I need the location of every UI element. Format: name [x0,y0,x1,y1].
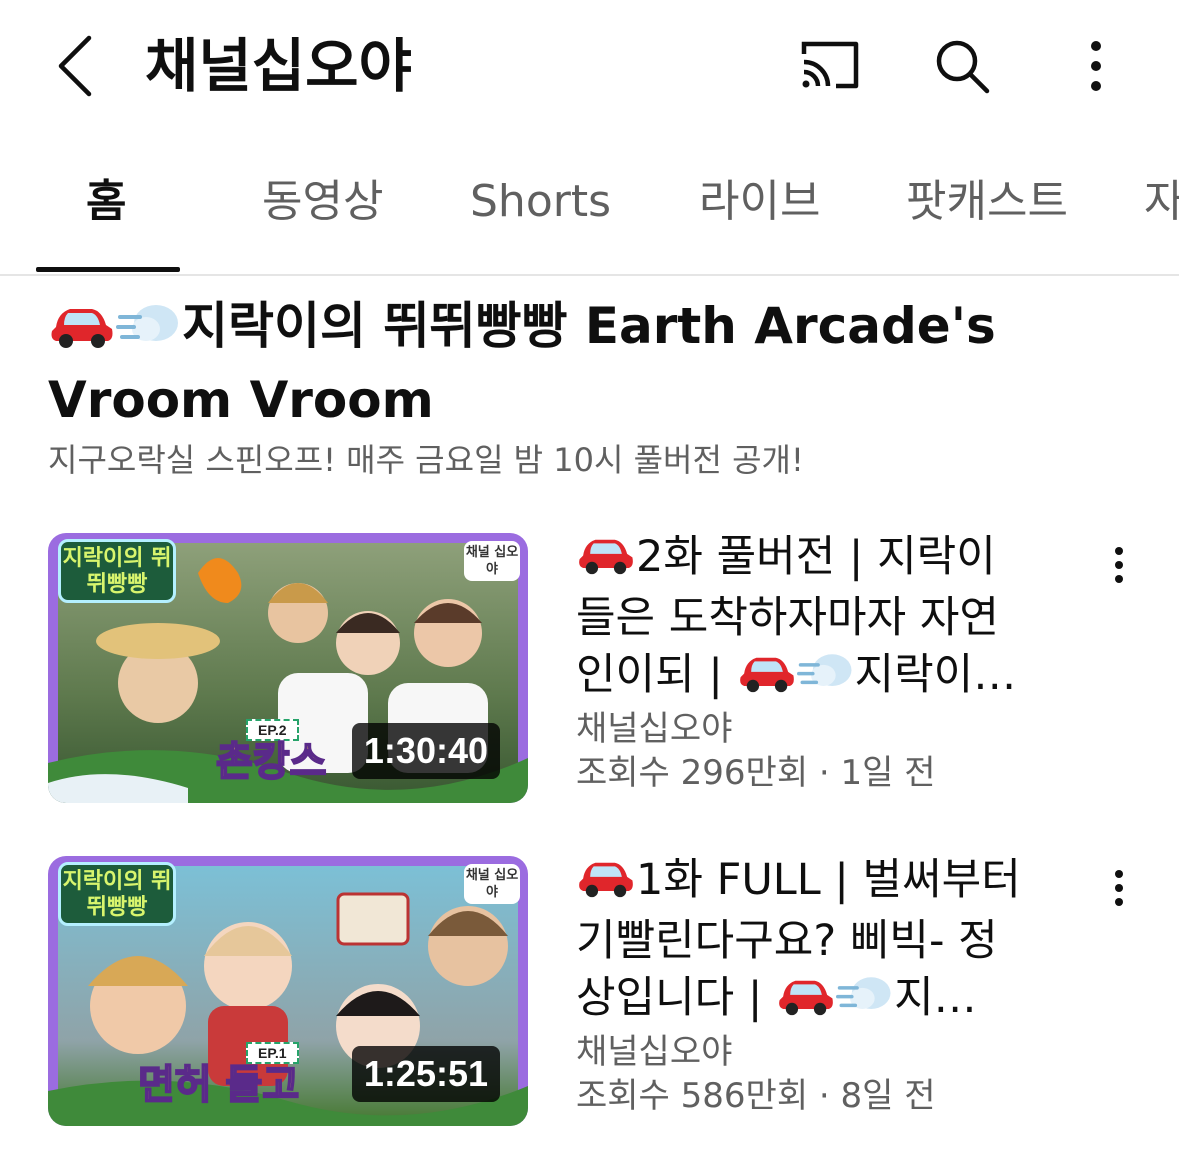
video-channel-name[interactable]: 채널십오야 [576,707,732,751]
tab-videos[interactable]: 동영상 [262,172,383,232]
video-title[interactable]: 2화 풀버전 | 지락이 들은 도착하자마자 자연 인이되 | 지락이… [576,529,1056,708]
car-icon [576,531,636,590]
dash-icon [116,298,182,366]
video-thumbnail[interactable]: 지락이의 뛰뛰빵빵 채널 십오야 EP.2 촌캉스 1:30:40 [48,533,528,803]
cast-button[interactable] [790,30,870,102]
video-thumbnail[interactable]: 지락이의 뛰뛰빵빵 채널 십오야 EP.1 면허 들고 1:25:51 [48,856,528,1126]
dash-icon [796,649,855,708]
video-item[interactable]: 지락이의 뛰뛰빵빵 채널 십오야 EP.2 촌캉스 1:30:40 2화 풀버전… [48,532,1158,803]
more-vert-icon [1091,41,1101,91]
shelf-subtitle: 지구오락실 스핀오프! 매주 금요일 밤 10시 풀버전 공개! [48,441,804,479]
car-icon [576,854,636,913]
video-channel-name[interactable]: 채널십오야 [576,1030,732,1074]
channel-tabs: 홈 동영상 Shorts 라이브 팟캐스트 자 [0,150,1179,276]
shelf-title[interactable]: 지락이의 뛰뛰빵빵 Earth Arcade's Vroom Vroom [48,292,1048,434]
search-button[interactable] [922,30,1002,102]
duration-badge: 1:25:51 [351,1046,500,1102]
channel-title: 채널십오야 [145,32,412,100]
tab-live[interactable]: 라이브 [699,172,820,232]
tab-podcasts[interactable]: 팟캐스트 [906,172,1068,232]
video-title-line: 2화 풀버전 | 지락이 [636,532,996,582]
more-options-button[interactable] [1056,30,1136,102]
video-title-line: 들은 도착하자마자 자연 [576,593,999,643]
video-title-line: 기빨린다구요? 삐빅- 정 [576,916,998,966]
video-title-line: 1화 FULL | 벌써부터 [636,855,1021,905]
thumbnail-caption: 촌캉스 [215,738,327,786]
thumbnail-caption: 면허 들고 [137,1061,300,1109]
thumbnail-logo: 지락이의 뛰뛰빵빵 [58,539,176,603]
dash-icon [836,972,894,1031]
shelf-title-text: 지락이의 뛰뛰빵빵 Earth Arcade's Vroom Vroom [48,297,996,429]
video-title[interactable]: 1화 FULL | 벌써부터 기빨린다구요? 삐빅- 정 상입니다 | 지… [576,852,1056,1031]
top-app-bar: 채널십오야 [0,0,1179,134]
video-title-line: 인이되 | [576,650,737,700]
video-metadata: 조회수 296만회 · 1일 전 [576,753,936,793]
car-icon [737,649,797,708]
duration-badge: 1:30:40 [351,723,500,779]
car-icon [776,972,836,1031]
active-tab-indicator [36,267,180,272]
back-arrow-icon [58,35,92,97]
tab-shorts[interactable]: Shorts [470,172,611,232]
cast-icon [801,41,859,89]
video-title-line: 지… [894,973,977,1023]
video-title-line: 지락이… [854,650,1017,700]
video-item[interactable]: 지락이의 뛰뛰빵빵 채널 십오야 EP.1 면허 들고 1:25:51 1화 F… [48,855,1158,1126]
video-menu-button[interactable] [1094,860,1144,916]
tab-home[interactable]: 홈 [86,172,126,232]
video-metadata: 조회수 586만회 · 8일 전 [576,1076,936,1116]
more-vert-icon [1115,870,1123,906]
car-icon [48,298,116,366]
tab-more[interactable]: 자 [1144,172,1179,232]
thumbnail-channel-badge: 채널 십오야 [464,864,520,904]
thumbnail-logo: 지락이의 뛰뛰빵빵 [58,862,176,926]
video-menu-button[interactable] [1094,537,1144,593]
search-icon [936,40,990,94]
video-title-line: 상입니다 | [576,973,777,1023]
more-vert-icon [1115,547,1123,583]
thumbnail-channel-badge: 채널 십오야 [464,541,520,581]
back-button[interactable] [40,30,110,102]
